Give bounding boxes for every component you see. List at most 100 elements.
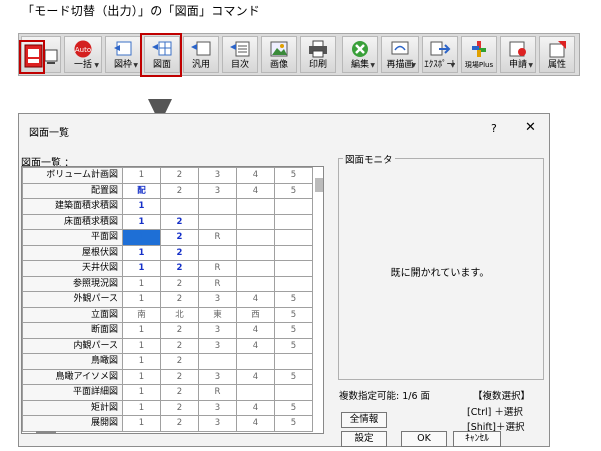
table-row[interactable]: 立面図南北東西 5 — [22, 306, 313, 323]
drawing-cell[interactable]: 南 — [122, 306, 161, 323]
drawing-cell[interactable] — [198, 198, 237, 215]
drawing-cell[interactable]: 1 — [122, 337, 161, 354]
drawing-cell[interactable]: 2 — [160, 384, 199, 401]
drawing-type-name[interactable]: 鳥瞰図 — [22, 353, 123, 370]
drawing-cell[interactable]: 5 — [274, 368, 313, 385]
drawing-cell[interactable]: 2 — [160, 415, 199, 432]
table-row[interactable]: 参照現況図 1 2 R — [22, 275, 313, 292]
drawing-cell[interactable] — [274, 275, 313, 292]
drawing-cell[interactable] — [236, 275, 275, 292]
drawing-cell[interactable]: 1 — [122, 399, 161, 416]
table-row[interactable]: 配置図配 2 3 4 5 — [22, 182, 313, 199]
drawing-cell[interactable] — [274, 384, 313, 401]
drawing-cell[interactable] — [198, 353, 237, 370]
table-row[interactable]: 内観パース 1 2 3 4 5 — [22, 337, 313, 354]
drawing-type-name[interactable]: 平面詳細図 — [22, 384, 123, 401]
general-button[interactable]: 汎用 — [183, 36, 219, 73]
drawing-cell[interactable]: 1 — [122, 368, 161, 385]
drawing-cell[interactable]: 東 — [198, 306, 237, 323]
drawing-cell[interactable]: 1 — [122, 213, 161, 230]
drawing-cell[interactable]: 3 — [198, 291, 237, 308]
settings-button[interactable]: 設定 — [341, 431, 387, 447]
drawing-cell[interactable]: 4 — [236, 167, 275, 184]
drawing-cell[interactable]: 1 — [122, 167, 161, 184]
drawing-type-name[interactable]: 参照現況図 — [22, 275, 123, 292]
chevron-down-icon[interactable]: ▼ — [528, 62, 533, 69]
drawing-type-name[interactable]: ボリューム計画図 — [22, 167, 123, 184]
drawing-cell[interactable]: 3 — [198, 182, 237, 199]
drawing-cell[interactable]: 1 — [122, 353, 161, 370]
genba-plus-button[interactable]: 現場Plus — [461, 36, 497, 73]
drawing-cell[interactable]: 2 — [160, 337, 199, 354]
chevron-down-icon[interactable]: ▼ — [411, 62, 416, 69]
drawing-cell[interactable]: R — [198, 384, 237, 401]
drawing-cell[interactable]: 2 — [160, 368, 199, 385]
drawing-cell[interactable]: 5 — [274, 399, 313, 416]
chevron-down-icon[interactable]: ▼ — [94, 62, 99, 69]
application-button[interactable]: 申請 ▼ — [500, 36, 536, 73]
drawing-type-name[interactable]: 内観パース — [22, 337, 123, 354]
drawing-cell[interactable]: 2 — [160, 275, 199, 292]
drawing-cell[interactable] — [160, 198, 199, 215]
drawing-cell[interactable]: 4 — [236, 368, 275, 385]
drawing-cell[interactable]: 北 — [160, 306, 199, 323]
drawing-cell[interactable]: 1 — [122, 384, 161, 401]
drawing-cell[interactable]: 4 — [236, 182, 275, 199]
chevron-down-icon[interactable]: ▼ — [450, 62, 455, 69]
drawing-cell[interactable] — [274, 353, 313, 370]
drawing-cell[interactable] — [274, 229, 313, 246]
drawing-cell[interactable]: 配 — [122, 182, 161, 199]
drawing-cell[interactable] — [198, 244, 237, 261]
drawing-cell[interactable]: 2 — [160, 213, 199, 230]
drawing-cell[interactable] — [236, 229, 275, 246]
drawing-cell[interactable]: 2 — [160, 167, 199, 184]
drawing-cell[interactable]: 1 — [122, 275, 161, 292]
table-row[interactable]: 鳥瞰図 1 2 — [22, 353, 313, 370]
drawing-cell[interactable]: 4 — [236, 291, 275, 308]
drawing-cell[interactable]: 3 — [198, 322, 237, 339]
drawing-type-name[interactable]: 屋根伏図 — [22, 244, 123, 261]
drawing-cell[interactable]: 2 — [160, 182, 199, 199]
drawing-cell[interactable]: 1 — [122, 291, 161, 308]
chevron-down-icon[interactable]: ▼ — [133, 62, 138, 69]
vertical-scrollbar-thumb[interactable] — [315, 178, 323, 192]
drawing-cell[interactable] — [236, 213, 275, 230]
drawing-cell[interactable]: 3 — [198, 415, 237, 432]
drawing-type-name[interactable]: 断面図 — [22, 322, 123, 339]
drawing-cell[interactable]: 5 — [274, 182, 313, 199]
table-row[interactable]: 平面図 1 2 R — [22, 229, 313, 246]
drawing-type-name[interactable]: 展開図 — [22, 415, 123, 432]
chevron-down-icon[interactable]: ▼ — [370, 62, 375, 69]
table-row[interactable]: 外観パース 1 2 3 4 5 — [22, 291, 313, 308]
drawing-type-name[interactable]: 建築面積求積図 — [22, 198, 123, 215]
drawing-cell[interactable] — [274, 244, 313, 261]
drawing-cell[interactable]: 1 — [122, 229, 161, 246]
drawing-cell[interactable] — [236, 198, 275, 215]
frame-button[interactable]: 図枠 ▼ — [105, 36, 141, 73]
image-button[interactable]: 画像 — [261, 36, 297, 73]
table-row[interactable]: 鳥瞰アイソメ図 1 2 3 4 5 — [22, 368, 313, 385]
drawing-cell[interactable] — [236, 353, 275, 370]
table-row[interactable]: ボリューム計画図 1 2 3 4 5 — [22, 167, 313, 184]
drawing-cell[interactable]: 5 — [274, 291, 313, 308]
ok-button[interactable]: OK — [401, 431, 447, 447]
drawing-cell[interactable]: 5 — [274, 322, 313, 339]
drawing-cell[interactable] — [274, 198, 313, 215]
drawing-cell[interactable]: 5 — [274, 167, 313, 184]
drawing-cell[interactable]: 1 — [122, 244, 161, 261]
drawing-cell[interactable] — [236, 260, 275, 277]
drawing-type-name[interactable]: 配置図 — [22, 182, 123, 199]
table-row[interactable]: 天井伏図 1 2 R — [22, 260, 313, 277]
drawing-type-name[interactable]: 平面図 — [22, 229, 123, 246]
drawing-cell[interactable] — [198, 213, 237, 230]
drawing-cell[interactable] — [274, 213, 313, 230]
table-row[interactable]: 矩計図 1 2 3 4 5 — [22, 399, 313, 416]
all-info-button[interactable]: 全情報 — [341, 412, 387, 428]
drawing-cell[interactable]: 1 — [122, 415, 161, 432]
drawing-type-name[interactable]: 床面積求積図 — [22, 213, 123, 230]
drawing-cell[interactable]: 2 — [160, 229, 199, 246]
drawing-cell[interactable] — [236, 244, 275, 261]
drawing-cell[interactable]: 5 — [274, 415, 313, 432]
table-row[interactable]: 建築面積求積図 1 — [22, 198, 313, 215]
drawing-cell[interactable] — [236, 384, 275, 401]
